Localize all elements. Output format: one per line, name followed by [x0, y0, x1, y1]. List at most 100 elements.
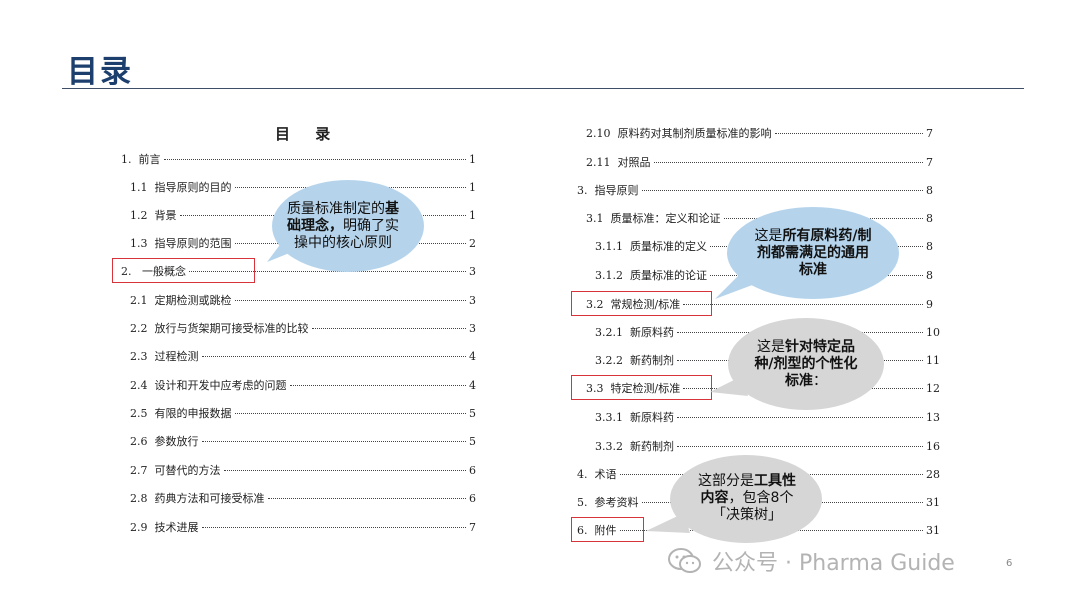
toc-number: 1.2 — [130, 209, 148, 222]
toc-number: 3.1 — [586, 212, 604, 225]
highlight-box-routine-tests — [571, 291, 712, 316]
toc-entry: 2.8 药典方法和可接受标准 6 — [130, 490, 476, 506]
toc-page: 7 — [469, 521, 476, 534]
wechat-icon — [668, 548, 702, 574]
toc-page: 13 — [926, 411, 940, 424]
toc-label: 可替代的方法 — [154, 464, 221, 477]
toc-label: 新药制剂 — [630, 354, 674, 367]
toc-entry: 2.2 放行与货架期可接受标准的比较 3 — [130, 320, 476, 336]
toc-label: 技术进展 — [154, 521, 199, 534]
toc-label: 背景 — [154, 209, 177, 222]
toc-entry: 3. 指导原则 8 — [577, 182, 933, 198]
toc-label: 新原料药 — [630, 411, 674, 424]
toc-label: 指导原则的目的 — [154, 181, 232, 194]
toc-page: 3 — [469, 294, 476, 307]
toc-page: 1 — [469, 209, 476, 222]
toc-label: 指导原则的范围 — [154, 237, 232, 250]
toc-page: 7 — [926, 156, 933, 169]
toc-label: 质量标准的论证 — [630, 269, 707, 282]
callout-bubble-core-principles: 质量标准制定的基础理念，明确了实操中的核心原则 — [262, 180, 424, 273]
toc-number: 1.1 — [130, 181, 148, 194]
toc-page: 8 — [926, 240, 933, 253]
slide-title: 目录 — [67, 54, 133, 90]
toc-page: 1 — [469, 181, 476, 194]
toc-label: 设计和开发中应考虑的问题 — [154, 379, 287, 392]
highlight-box-general-concepts — [112, 258, 255, 283]
page-number: 6 — [1006, 558, 1013, 569]
title-divider — [62, 88, 1024, 89]
wechat-watermark: 公众号 · Pharma Guide — [668, 545, 955, 577]
toc-entry: 2.9 技术进展 7 — [130, 519, 476, 535]
toc-entry: 2.1 定期检测或跳检 3 — [130, 292, 476, 308]
toc-label: 指导原则 — [594, 184, 639, 197]
toc-page: 12 — [926, 382, 940, 395]
toc-entry: 3.3.2 新药制剂 16 — [595, 438, 940, 454]
toc-label: 药典方法和可接受标准 — [154, 492, 265, 505]
toc-label: 术语 — [594, 468, 617, 481]
toc-number: 3.3.2 — [595, 440, 623, 453]
toc-number: 2.2 — [130, 322, 148, 335]
toc-number: 5. — [577, 496, 588, 509]
toc-entry: 1. 前言 1 — [121, 151, 476, 167]
highlight-box-specific-tests — [571, 375, 712, 400]
toc-number: 2.8 — [130, 492, 148, 505]
toc-page: 28 — [926, 468, 940, 481]
toc-page: 8 — [926, 184, 933, 197]
toc-entry: 2.11 对照品 7 — [586, 154, 933, 170]
toc-page: 8 — [926, 269, 933, 282]
toc-page: 31 — [926, 496, 940, 509]
toc-page: 4 — [469, 350, 476, 363]
watermark-text: 公众号 · Pharma Guide — [712, 551, 955, 576]
toc-page: 9 — [926, 298, 933, 311]
toc-number: 2.7 — [130, 464, 148, 477]
toc-number: 2.10 — [586, 127, 611, 140]
toc-entry: 2.3 过程检测 4 — [130, 348, 476, 364]
callout-bubble-general-standards: 这是所有原料药/制剂都需满足的通用标准 — [703, 207, 899, 299]
highlight-box-appendix — [571, 517, 644, 542]
toc-label: 新药制剂 — [630, 440, 674, 453]
toc-page: 5 — [469, 435, 476, 448]
toc-number: 2.6 — [130, 435, 148, 448]
toc-page: 5 — [469, 407, 476, 420]
toc-entry: 2.10 原料药对其制剂质量标准的影响 7 — [586, 125, 933, 141]
toc-number: 3.2.1 — [595, 326, 623, 339]
toc-number: 3.1.1 — [595, 240, 623, 253]
toc-page: 3 — [469, 322, 476, 335]
toc-label: 放行与货架期可接受标准的比较 — [154, 322, 309, 335]
toc-heading: 目 录 — [275, 125, 341, 143]
callout-bubble-specific-standards: 这是针对特定品种/剂型的个性化标准： — [710, 318, 884, 410]
toc-page: 31 — [926, 524, 940, 537]
toc-label: 前言 — [138, 153, 161, 166]
toc-label: 参数放行 — [154, 435, 199, 448]
toc-label: 新原料药 — [630, 326, 674, 339]
toc-number: 2.3 — [130, 350, 148, 363]
toc-number: 2.11 — [586, 156, 611, 169]
toc-number: 4. — [577, 468, 588, 481]
toc-number: 3.2.2 — [595, 354, 623, 367]
toc-page: 7 — [926, 127, 933, 140]
toc-number: 1.3 — [130, 237, 148, 250]
toc-number: 2.5 — [130, 407, 148, 420]
toc-label: 质量标准的定义 — [630, 240, 707, 253]
toc-number: 2.1 — [130, 294, 148, 307]
toc-number: 2.4 — [130, 379, 148, 392]
toc-number: 2.9 — [130, 521, 148, 534]
toc-label: 参考资料 — [594, 496, 639, 509]
callout-bubble-decision-trees: 这部分是工具性内容，包含8个「决策树」 — [646, 455, 822, 547]
toc-entry: 2.5 有限的申报数据 5 — [130, 405, 476, 421]
toc-page: 11 — [926, 354, 940, 367]
toc-number: 3.3.1 — [595, 411, 623, 424]
toc-page: 1 — [469, 153, 476, 166]
toc-label: 原料药对其制剂质量标准的影响 — [617, 127, 772, 140]
toc-page: 2 — [469, 237, 476, 250]
toc-page: 16 — [926, 440, 940, 453]
toc-page: 3 — [469, 265, 476, 278]
toc-number: 3.1.2 — [595, 269, 623, 282]
toc-entry: 2.7 可替代的方法 6 — [130, 462, 476, 478]
toc-number: 1. — [121, 153, 132, 166]
toc-label: 对照品 — [617, 156, 651, 169]
toc-label: 有限的申报数据 — [154, 407, 232, 420]
toc-label: 定期检测或跳检 — [154, 294, 232, 307]
toc-number: 3. — [577, 184, 588, 197]
toc-page: 6 — [469, 464, 476, 477]
